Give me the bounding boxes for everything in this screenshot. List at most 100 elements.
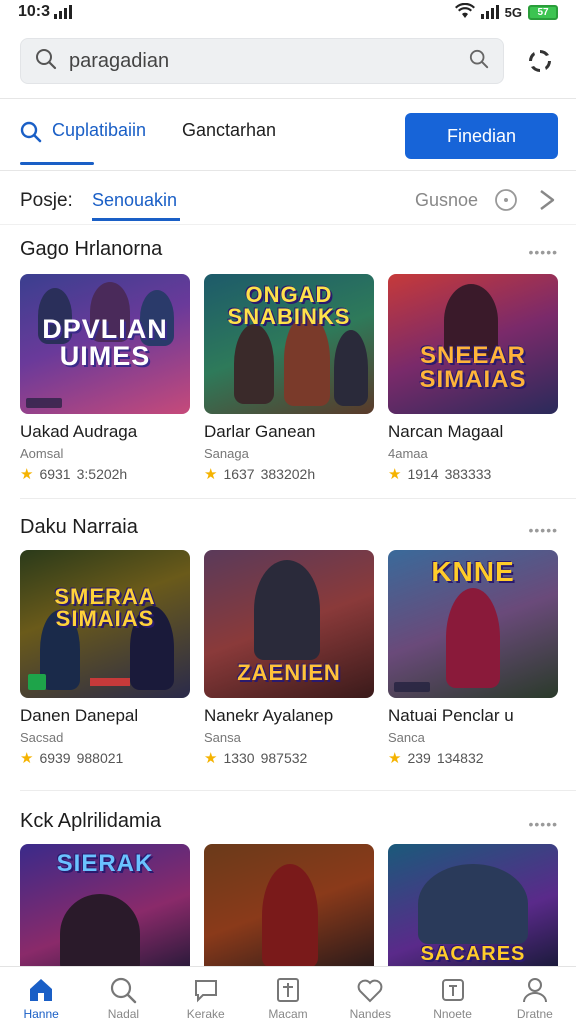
status-time: 10:3	[18, 3, 51, 20]
game-card[interactable]	[204, 844, 374, 968]
search-icon	[111, 977, 137, 1004]
thumbnail-title: KNNE	[431, 556, 515, 587]
nav-label: Nandes	[349, 1007, 391, 1021]
nav-item-chat[interactable]: Kerake	[165, 967, 247, 1024]
bottom-nav: Hanne Nadal Kerake Macam Nandes Nnoete D…	[0, 966, 576, 1024]
game-subtitle: Sanca	[388, 730, 425, 745]
game-thumbnail: SIERAK	[20, 844, 190, 968]
game-downloads: 988021	[76, 750, 124, 766]
sync-icon[interactable]	[520, 41, 560, 81]
search-submit-icon[interactable]	[469, 49, 489, 74]
nav-item-search[interactable]: Nadal	[82, 967, 164, 1024]
game-meta: ★ 6931 3:5202h	[20, 465, 190, 483]
network-label: 5G	[504, 4, 522, 20]
thumbnail-title: SNEEAR SIMAIAS	[419, 342, 527, 393]
star-icon: ★	[204, 750, 218, 767]
game-thumbnail	[204, 844, 374, 968]
game-rating: 1637	[223, 466, 255, 482]
game-card[interactable]: KNNE Natuai Penclar u Sanca ★ 239 134832	[388, 550, 558, 767]
game-meta: ★ 6939 988021	[20, 749, 190, 767]
heart-icon	[357, 979, 383, 1003]
game-thumbnail: SNEEAR SIMAIAS	[388, 274, 558, 414]
game-rating: 6931	[39, 466, 71, 482]
chevron-right-icon[interactable]	[536, 188, 558, 212]
thumbnail-title: SACARES	[420, 943, 526, 965]
section-title: Gago Hrlanorna	[20, 238, 163, 260]
game-subtitle: 4amaa	[388, 446, 428, 461]
game-rating: 6939	[39, 750, 71, 766]
battery-icon: 57	[528, 4, 558, 20]
cell-signal-icon	[480, 5, 499, 19]
game-title: Natuai Penclar u	[388, 706, 514, 725]
search-query: paragadian	[69, 49, 170, 72]
chat-icon	[194, 980, 217, 1003]
header-divider	[0, 98, 576, 99]
tabs-divider	[0, 170, 576, 171]
filter-label: Posje:	[20, 190, 73, 211]
game-subtitle: Sacsad	[20, 730, 64, 745]
game-thumbnail: SMERAA SIMAIAS	[20, 550, 190, 698]
game-card[interactable]: ZAENIEN Nanekr Ayalanep Sansa ★ 1330 98753…	[204, 550, 374, 767]
game-thumbnail: DPVLIAN UIMES	[20, 274, 190, 414]
game-thumbnail: ZAENIEN	[204, 550, 374, 698]
circle-option-icon[interactable]	[494, 188, 518, 212]
status-bar: 10:3 5G 57	[0, 0, 576, 24]
nav-item-tv[interactable]: Nnoete	[411, 967, 493, 1024]
thumbnail-title: SIERAK	[56, 850, 154, 877]
nav-item-favorites[interactable]: Nandes	[329, 967, 411, 1024]
primary-action-button[interactable]: Finedian	[405, 113, 558, 159]
book-icon	[276, 978, 299, 1002]
game-thumbnail: ONGAD SNABINKS	[204, 274, 374, 414]
thumbnail-badge	[90, 678, 130, 686]
game-meta: ★ 239 134832	[388, 749, 558, 767]
battery-level: 57	[537, 6, 549, 18]
filter-underline	[92, 218, 180, 221]
filter-row: Posje: Senouakin Gusnoe	[0, 178, 576, 222]
top-tabs: Cuplatibaiin Ganctarhan Finedian	[0, 106, 576, 168]
play-badge-icon	[28, 674, 46, 690]
game-rating: 1330	[223, 750, 255, 766]
game-card[interactable]: SIERAK	[20, 844, 190, 968]
game-card[interactable]: SNEEAR SIMAIAS Narcan Magaal 4amaa ★ 1914…	[388, 274, 558, 483]
star-icon: ★	[388, 466, 402, 483]
game-card[interactable]: SACARES	[388, 844, 558, 968]
game-card[interactable]: ONGAD SNABINKS Darlar Ganean Sanaga ★ 163…	[204, 274, 374, 483]
search-row: paragadian	[20, 38, 560, 84]
filter-sort-label[interactable]: Gusnoe	[415, 190, 478, 211]
search-input[interactable]: paragadian	[20, 38, 504, 84]
game-card[interactable]: SMERAA SIMAIAS Danen Danepal Sacsad ★ 693…	[20, 550, 190, 767]
game-card[interactable]: DPVLIAN UIMES Uakad Audraga Aomsal ★ 6931…	[20, 274, 190, 483]
thumbnail-title: SMERAA SIMAIAS	[54, 584, 156, 631]
tab-secondary[interactable]: Ganctarhan	[182, 120, 276, 141]
more-icon[interactable]: •••••	[528, 522, 558, 538]
section-title: Kck Aplrilidamia	[20, 810, 162, 832]
nav-item-library[interactable]: Macam	[247, 967, 329, 1024]
signal-icon	[54, 5, 73, 19]
search-icon	[35, 48, 57, 75]
star-icon: ★	[20, 466, 34, 483]
game-title: Narcan Magaal	[388, 422, 504, 441]
game-title: Nanekr Ayalanep	[204, 706, 334, 725]
star-icon: ★	[204, 466, 218, 483]
nav-item-home[interactable]: Hanne	[0, 967, 82, 1024]
wifi-icon	[454, 2, 475, 22]
nav-label: Hanne	[23, 1007, 59, 1021]
section-1: Gago Hrlanorna ••••• DPVLIAN UIMES Uakad…	[0, 238, 576, 488]
section-3: Kck Aplrilidamia ••••• SIERAK SACARES	[0, 810, 576, 968]
thumbnail-title: ONGAD SNABINKS	[227, 282, 351, 329]
filter-tab-active[interactable]: Senouakin	[92, 190, 177, 211]
more-icon[interactable]: •••••	[528, 816, 558, 832]
nav-item-profile[interactable]: Dratne	[494, 967, 576, 1024]
nav-label: Dratne	[516, 1007, 553, 1021]
section-title: Daku Narraia	[20, 516, 138, 538]
game-meta: ★ 1330 987532	[204, 749, 374, 767]
star-icon: ★	[20, 750, 34, 767]
nav-label: Nadal	[107, 1007, 140, 1021]
tab-primary[interactable]: Cuplatibaiin	[52, 120, 146, 141]
section-divider	[20, 498, 576, 499]
game-downloads: 383333	[444, 466, 492, 482]
more-icon[interactable]: •••••	[528, 244, 558, 260]
tab-search-icon	[20, 121, 42, 148]
game-thumbnail: KNNE	[388, 550, 558, 698]
game-meta: ★ 1914 383333	[388, 465, 558, 483]
